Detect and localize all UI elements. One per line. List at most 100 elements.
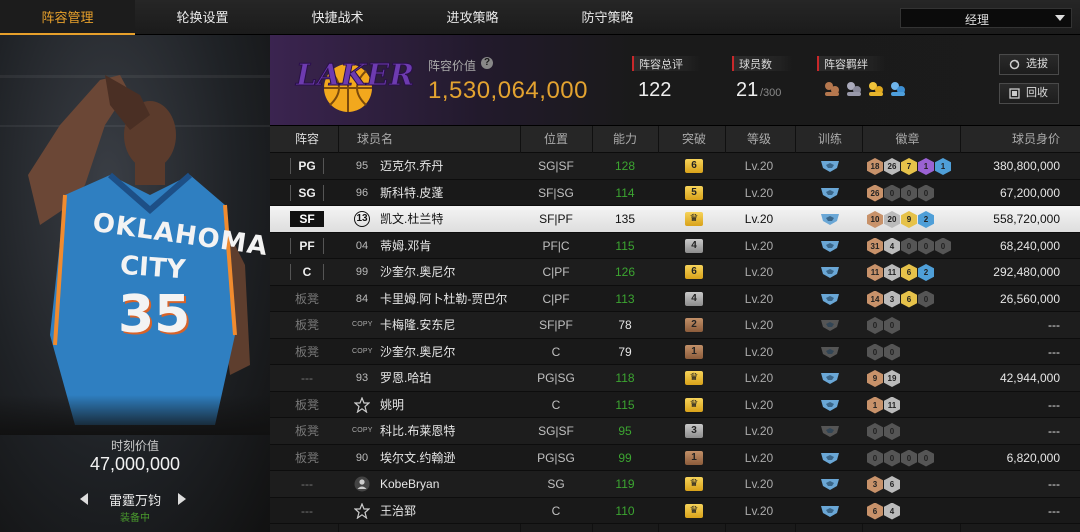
col-header-position[interactable]: 位置 xyxy=(522,126,590,153)
player-name[interactable]: 卡里姆.阿卜杜勒-贾巴尔 xyxy=(380,286,507,312)
copy-badge: COPY xyxy=(352,427,373,434)
player-name[interactable]: 沙奎尔.奥尼尔 xyxy=(380,259,455,285)
training-icon[interactable] xyxy=(820,424,840,438)
jersey-number: 93 xyxy=(355,372,369,384)
training-icon[interactable] xyxy=(820,159,840,173)
table-row[interactable]: 板凳 84 卡里姆.阿卜杜勒-贾巴尔 C|PF 113 4 Lv.20 14 3 6 0 26,560… xyxy=(270,285,1080,312)
training-icon[interactable] xyxy=(820,186,840,200)
training-icon[interactable] xyxy=(820,451,840,465)
player-name[interactable]: 埃尔文.约翰逊 xyxy=(380,445,455,471)
table-row[interactable]: 板凳 姚明 C 115 ♛ Lv.20 1 11 --- xyxy=(270,391,1080,418)
tab-defense-strategy[interactable]: 防守策略 xyxy=(540,0,675,35)
table-row[interactable]: 板凳 90 埃尔文.约翰逊 PG|SG 99 1 Lv.20 0 0 0 0 6,820,000 xyxy=(270,444,1080,471)
col-header-badges[interactable]: 徽章 xyxy=(865,126,950,153)
jersey-number: 84 xyxy=(355,292,369,305)
bench-slot[interactable]: 板凳 xyxy=(290,445,324,471)
team-value: 1,530,064,000 xyxy=(428,77,588,104)
bench-slot[interactable]: --- xyxy=(290,471,324,497)
col-header-level[interactable]: 等级 xyxy=(725,126,793,153)
lineup-slot[interactable]: SF xyxy=(290,211,324,227)
bench-slot[interactable]: 板凳 xyxy=(290,312,324,338)
player-name[interactable]: 罗恩.哈珀 xyxy=(380,365,431,391)
training-icon[interactable] xyxy=(820,265,840,279)
bond-icon-gold[interactable] xyxy=(866,79,886,99)
player-name[interactable]: 蒂姆.邓肯 xyxy=(380,233,431,259)
training-icon[interactable] xyxy=(820,398,840,412)
player-position: PG|SG xyxy=(537,450,575,465)
player-name[interactable]: 科比.布莱恩特 xyxy=(380,418,455,444)
breakthrough-badge: ♛ xyxy=(685,212,703,226)
table-row[interactable]: PG 95 迈克尔.乔丹 SG|SF 128 6 Lv.20 18 26 7 1 1 380,800,0… xyxy=(270,153,1080,180)
help-icon[interactable]: ? xyxy=(481,57,493,69)
table-row[interactable]: --- 93 罗恩.哈珀 PG|SG 118 ♛ Lv.20 9 19 42,944,000 xyxy=(270,365,1080,392)
bench-slot[interactable]: --- xyxy=(290,365,324,391)
player-value: 558,720,000 xyxy=(993,212,1060,226)
tab-quick-tactics[interactable]: 快捷战术 xyxy=(270,0,405,35)
bond-icon-bronze[interactable] xyxy=(822,79,842,99)
player-name[interactable]: 斯科特.皮蓬 xyxy=(380,180,443,206)
table-row[interactable]: SG 96 斯科特.皮蓬 SF|SG 114 5 Lv.20 26 0 0 0 67,200,000 xyxy=(270,179,1080,206)
bench-slot[interactable]: 板凳 xyxy=(290,286,324,312)
table-row[interactable]: 板凳 COPY 科比.布莱恩特 SG|SF 95 3 Lv.20 0 0 --- xyxy=(270,418,1080,445)
training-icon[interactable] xyxy=(820,212,840,226)
tab-offense-strategy[interactable]: 进攻策略 xyxy=(405,0,540,35)
training-icon[interactable] xyxy=(820,292,840,306)
star-icon xyxy=(354,502,370,519)
bond-icon-blue[interactable] xyxy=(888,79,908,99)
tab-lineup-management[interactable]: 阵容管理 xyxy=(0,0,135,35)
training-icon[interactable] xyxy=(820,239,840,253)
bond-icon-silver[interactable] xyxy=(844,79,864,99)
player-level: Lv.20 xyxy=(744,477,774,491)
player-name[interactable]: 王治郅 xyxy=(380,498,416,524)
player-name[interactable]: 沙奎尔.奥尼尔 xyxy=(380,339,455,365)
tab-rotation-settings[interactable]: 轮换设置 xyxy=(135,0,270,35)
player-name[interactable]: 凯文.杜兰特 xyxy=(380,206,443,232)
training-icon[interactable] xyxy=(820,345,840,359)
player-value: 6,820,000 xyxy=(1006,450,1060,465)
player-position: SG|SF xyxy=(538,159,574,173)
table-row[interactable]: 板凳 COPY 卡梅隆.安东尼 SF|PF 78 2 Lv.20 0 0 --- xyxy=(270,312,1080,339)
bench-slot[interactable]: 板凳 xyxy=(290,418,324,444)
col-header-ability[interactable]: 能力 xyxy=(595,126,655,153)
player-name[interactable]: KobeBryan xyxy=(380,471,439,497)
training-icon[interactable] xyxy=(820,318,840,332)
lineup-slot[interactable]: PG xyxy=(290,158,324,174)
lakers-logo: LAKERS xyxy=(295,58,413,112)
training-icon[interactable] xyxy=(820,504,840,518)
breakthrough-badge: 6 xyxy=(685,159,703,173)
lineup-slot[interactable]: PF xyxy=(290,237,324,254)
table-row[interactable]: 板凳 COPY 沙奎尔.奥尼尔 C 79 1 Lv.20 0 0 --- xyxy=(270,338,1080,365)
col-header-training[interactable]: 训练 xyxy=(800,126,860,153)
player-name[interactable]: 卡梅隆.安东尼 xyxy=(380,312,455,338)
training-icon[interactable] xyxy=(820,371,840,385)
recycle-button[interactable]: 回收 xyxy=(999,83,1059,104)
bench-slot[interactable]: --- xyxy=(290,498,324,524)
manager-dropdown[interactable]: 经理 xyxy=(900,8,1072,28)
badge-hex: 6 xyxy=(901,290,917,308)
team-value-label: 阵容价值 xyxy=(428,59,477,73)
training-icon[interactable] xyxy=(820,477,840,491)
lineup-slot[interactable]: SG xyxy=(290,184,324,201)
table-row[interactable]: SF 13 凯文.杜兰特 SF|PF 135 ♛ Lv.20 10 20 9 2 558,720,00… xyxy=(270,206,1080,233)
breakthrough-badge: ♛ xyxy=(685,477,703,491)
arrow-right-icon[interactable] xyxy=(178,493,186,505)
table-row[interactable]: C 99 沙奎尔.奥尼尔 C|PF 126 6 Lv.20 11 11 6 2 292,480,000 xyxy=(270,259,1080,286)
col-header-player-name[interactable]: 球员名 xyxy=(350,126,400,153)
col-header-breakthrough[interactable]: 突破 xyxy=(665,126,723,153)
col-header-player-value[interactable]: 球员身价 xyxy=(970,126,1060,153)
table-row[interactable]: PF 04 蒂姆.邓肯 PF|C 115 4 Lv.20 31 4 0 0 0 68,240,000 xyxy=(270,232,1080,259)
table-row[interactable]: --- 王治郅 C 110 ♛ Lv.20 6 4 --- xyxy=(270,497,1080,524)
player-name[interactable]: 姚明 xyxy=(380,392,404,418)
badge-hex: 0 xyxy=(918,184,934,202)
arrow-left-icon[interactable] xyxy=(80,493,88,505)
lineup-slot[interactable]: C xyxy=(290,264,324,280)
select-button[interactable]: 选拔 xyxy=(999,54,1059,75)
bench-slot[interactable]: 板凳 xyxy=(290,392,324,418)
player-name[interactable]: 迈克尔.乔丹 xyxy=(380,153,443,179)
player-level: Lv.20 xyxy=(744,450,774,465)
table-row[interactable]: --- KobeBryan SG 119 ♛ Lv.20 3 6 --- xyxy=(270,471,1080,498)
badge-hex: 11 xyxy=(884,396,900,414)
col-header-lineup[interactable]: 阵容 xyxy=(290,126,324,153)
bench-slot[interactable]: 板凳 xyxy=(290,339,324,365)
breakthrough-badge: 4 xyxy=(685,238,703,253)
